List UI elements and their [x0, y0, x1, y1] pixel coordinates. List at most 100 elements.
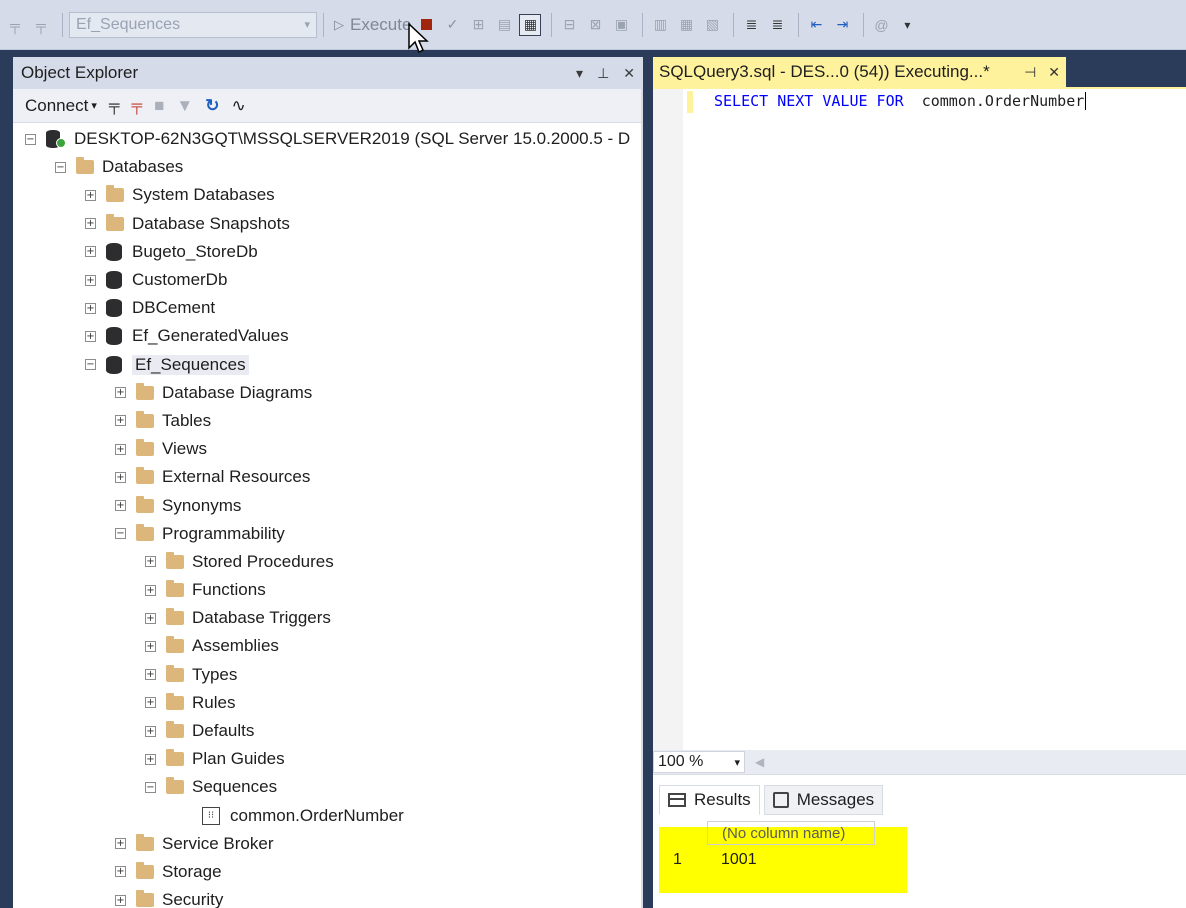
expand-toggle[interactable]: + [145, 640, 156, 652]
tree-node-label: Functions [192, 580, 266, 600]
expand-toggle[interactable]: + [115, 894, 126, 906]
window-position-icon[interactable]: ▾ [576, 65, 583, 82]
query-options-icon[interactable]: ▤ [493, 14, 515, 36]
tab-messages[interactable]: Messages [763, 785, 884, 815]
tree-node-folder[interactable]: + Stored Procedures [13, 548, 643, 576]
tree-node-folder[interactable]: + Defaults [13, 717, 643, 745]
filter-icon[interactable]: ▼ [176, 96, 193, 116]
expand-toggle[interactable]: + [145, 669, 156, 681]
tree-node-folder[interactable]: + Plan Guides [13, 745, 643, 773]
expand-toggle[interactable]: + [85, 274, 96, 286]
collapse-toggle[interactable]: − [85, 359, 96, 371]
tree-node-sequence[interactable]: ⁝⁝ common.OrderNumber [13, 802, 643, 830]
toolbar-separator [733, 12, 735, 37]
connect-icon[interactable]: ╤ [4, 14, 26, 36]
expand-toggle[interactable]: + [115, 838, 126, 850]
parse-check-icon[interactable]: ✓ [441, 14, 463, 36]
expand-toggle[interactable]: + [85, 302, 96, 314]
expand-toggle[interactable]: + [115, 500, 126, 512]
document-tab[interactable]: SQLQuery3.sql - DES...0 (54)) Executing.… [653, 57, 1066, 87]
expand-toggle[interactable]: + [85, 246, 96, 258]
expand-toggle[interactable]: + [115, 443, 126, 455]
database-select[interactable]: Ef_Sequences ▾ [69, 11, 317, 38]
tree-node-label: CustomerDb [132, 270, 228, 290]
connect-button[interactable]: Connect ▾ [25, 96, 97, 116]
expand-toggle[interactable]: + [145, 697, 156, 709]
live-stats-icon[interactable]: ▥ [649, 14, 671, 36]
query-editor[interactable]: SELECT NEXT VALUE FOR common.OrderNumber [653, 87, 1186, 750]
pin-icon[interactable]: ⊣ [1024, 64, 1036, 81]
tree-node-folder[interactable]: + Database Diagrams [13, 379, 643, 407]
tree-node-folder[interactable]: + Service Broker [13, 830, 643, 858]
expand-toggle[interactable]: + [115, 415, 126, 427]
tree-node-server[interactable]: − DESKTOP-62N3GQT\MSSQLSERVER2019 (SQL S… [13, 125, 643, 153]
pin-icon[interactable]: ⊥ [597, 65, 609, 82]
stop-icon[interactable]: ■ [154, 96, 164, 116]
toolbar-overflow-icon[interactable]: ▾ [896, 14, 918, 36]
result-cell[interactable]: 1001 [721, 851, 757, 869]
tree-node-folder[interactable]: + Database Triggers [13, 604, 643, 632]
tree-node-folder[interactable]: + Types [13, 661, 643, 689]
expand-toggle[interactable]: + [115, 387, 126, 399]
zoom-select[interactable]: 100 % ▾ [653, 751, 745, 773]
close-icon[interactable]: ✕ [1048, 64, 1060, 81]
activity-monitor-icon[interactable]: ∿ [232, 96, 246, 116]
folder-icon [166, 636, 184, 654]
expand-toggle[interactable]: + [145, 725, 156, 737]
expand-toggle[interactable]: + [145, 556, 156, 568]
tree-node-folder[interactable]: + External Resources [13, 463, 643, 491]
collapse-toggle[interactable]: − [25, 133, 36, 145]
tree-node-folder[interactable]: + Assemblies [13, 632, 643, 660]
tree-node-system-databases[interactable]: + System Databases [13, 181, 643, 209]
results-to-text-icon[interactable]: ⊟ [558, 14, 580, 36]
tree-node-database[interactable]: + Ef_GeneratedValues [13, 322, 643, 350]
results-to-file-icon[interactable]: ⊠ [584, 14, 606, 36]
decrease-indent-icon[interactable]: ⇤ [805, 14, 827, 36]
scroll-left-icon[interactable]: ◀ [755, 755, 764, 769]
close-icon[interactable]: ✕ [623, 65, 635, 82]
tree-node-folder[interactable]: + Security [13, 886, 643, 908]
comment-icon[interactable]: ≣ [740, 14, 762, 36]
execute-button[interactable]: ▷ Execute [330, 15, 415, 35]
disconnect-icon[interactable]: ╤ [132, 97, 143, 114]
code-line[interactable]: SELECT NEXT VALUE FOR common.OrderNumber [714, 89, 1087, 113]
tree-node-folder[interactable]: + Functions [13, 576, 643, 604]
column-header[interactable]: (No column name) [707, 821, 875, 845]
include-plan-icon[interactable]: ▣ [610, 14, 632, 36]
expand-toggle[interactable]: + [85, 330, 96, 342]
tree-node-database-selected[interactable]: − Ef_Sequences [13, 351, 643, 379]
collapse-toggle[interactable]: − [145, 781, 156, 793]
tree-node-folder[interactable]: + Rules [13, 689, 643, 717]
tree-node-database[interactable]: + DBCement [13, 294, 643, 322]
collapse-toggle[interactable]: − [55, 161, 66, 173]
expand-toggle[interactable]: + [85, 218, 96, 230]
tree-node-database-snapshots[interactable]: + Database Snapshots [13, 210, 643, 238]
tree-node-folder[interactable]: + Synonyms [13, 491, 643, 519]
results-to-grid-icon[interactable]: ▦ [519, 13, 542, 36]
uncomment-icon[interactable]: ≣ [766, 14, 788, 36]
disconnect-icon[interactable]: ╤ [30, 14, 52, 36]
collapse-toggle[interactable]: − [115, 528, 126, 540]
tree-node-folder[interactable]: + Tables [13, 407, 643, 435]
tree-node-folder[interactable]: + Storage [13, 858, 643, 886]
sqlcmd-mode-icon[interactable]: ▧ [701, 14, 723, 36]
expand-toggle[interactable]: + [115, 471, 126, 483]
increase-indent-icon[interactable]: ⇥ [831, 14, 853, 36]
specify-values-icon[interactable]: @ [870, 14, 892, 36]
expand-toggle[interactable]: + [85, 189, 96, 201]
tree-node-folder[interactable]: + Views [13, 435, 643, 463]
expand-toggle[interactable]: + [145, 753, 156, 765]
expand-toggle[interactable]: + [115, 866, 126, 878]
expand-toggle[interactable]: + [145, 612, 156, 624]
client-stats-icon[interactable]: ▦ [675, 14, 697, 36]
tree-node-programmability[interactable]: − Programmability [13, 520, 643, 548]
estimated-plan-icon[interactable]: ⊞ [467, 14, 489, 36]
tab-results[interactable]: Results [659, 785, 760, 815]
connect-plug-icon[interactable]: ╤ [109, 97, 120, 114]
refresh-icon[interactable]: ↻ [205, 96, 219, 116]
tree-node-sequences[interactable]: − Sequences [13, 773, 643, 801]
expand-toggle[interactable]: + [145, 584, 156, 596]
tree-node-database[interactable]: + CustomerDb [13, 266, 643, 294]
tree-node-database[interactable]: + Bugeto_StoreDb [13, 238, 643, 266]
tree-node-databases[interactable]: − Databases [13, 153, 643, 181]
